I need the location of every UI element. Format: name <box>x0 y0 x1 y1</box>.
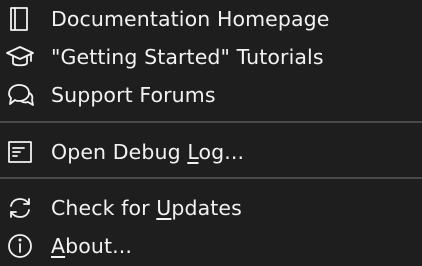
menu-item-open-debug-log[interactable]: Open Debug Log... <box>0 133 422 171</box>
menu-item-label: Support Forums <box>51 83 216 107</box>
refresh-icon <box>4 192 36 224</box>
menu-item-about[interactable]: About... <box>0 227 422 265</box>
menu-item-label: "Getting Started" Tutorials <box>51 45 324 69</box>
menu-item-documentation-homepage[interactable]: Documentation Homepage <box>0 0 422 38</box>
menu-item-label: Documentation Homepage <box>51 7 330 31</box>
chat-bubbles-icon <box>4 79 36 111</box>
help-menu: Documentation Homepage "Getting Started"… <box>0 0 422 266</box>
info-icon <box>4 230 36 262</box>
menu-separator <box>0 121 422 123</box>
menu-item-label: About... <box>51 234 132 258</box>
menu-item-label: Check for Updates <box>51 196 242 220</box>
graduation-cap-icon <box>4 41 36 73</box>
menu-item-getting-started-tutorials[interactable]: "Getting Started" Tutorials <box>0 38 422 76</box>
menu-separator <box>0 177 422 179</box>
menu-item-label: Open Debug Log... <box>51 140 245 164</box>
debug-log-icon <box>4 136 36 168</box>
book-icon <box>4 3 36 35</box>
menu-item-check-for-updates[interactable]: Check for Updates <box>0 189 422 227</box>
menu-item-support-forums[interactable]: Support Forums <box>0 76 422 114</box>
